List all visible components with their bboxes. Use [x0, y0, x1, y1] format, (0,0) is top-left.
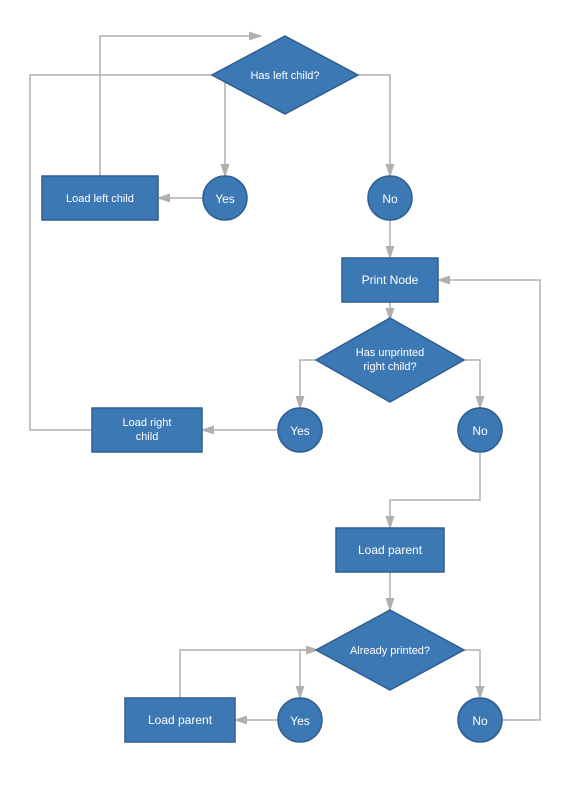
decision-has-left-child: Has left child? — [212, 36, 358, 114]
process-load-left-child: Load left child — [42, 176, 158, 220]
connector-yes-1-label: Yes — [215, 192, 235, 206]
connector-no-2: No — [458, 408, 502, 452]
connector-yes-2: Yes — [278, 408, 322, 452]
process-print-node: Print Node — [342, 258, 438, 302]
process-load-parent-2-label: Load parent — [148, 713, 213, 727]
connector-yes-1: Yes — [203, 176, 247, 220]
connector-yes-3: Yes — [278, 698, 322, 742]
connector-no-1-label: No — [382, 192, 398, 206]
process-print-node-label: Print Node — [362, 273, 419, 287]
decision-has-unprinted-right-child-label-1: Has unprinted — [356, 347, 425, 359]
connector-no-3: No — [458, 698, 502, 742]
process-load-right-child-label-1: Load right — [123, 417, 172, 429]
decision-has-left-child-label: Has left child? — [250, 70, 319, 82]
decision-has-unprinted-right-child: Has unprinted right child? — [316, 318, 464, 402]
connector-no-2-label: No — [472, 424, 488, 438]
process-load-parent-2: Load parent — [125, 698, 235, 742]
process-load-parent-1: Load parent — [336, 528, 444, 572]
decision-has-unprinted-right-child-label-2: right child? — [363, 361, 416, 373]
process-load-parent-1-label: Load parent — [358, 543, 423, 557]
connector-yes-2-label: Yes — [290, 424, 310, 438]
connector-no-3-label: No — [472, 714, 488, 728]
decision-already-printed-label: Already printed? — [350, 645, 430, 657]
connector-yes-3-label: Yes — [290, 714, 310, 728]
process-load-left-child-label: Load left child — [66, 193, 134, 205]
decision-already-printed: Already printed? — [316, 610, 464, 690]
connector-no-1: No — [368, 176, 412, 220]
process-load-right-child: Load right child — [92, 408, 202, 452]
process-load-right-child-label-2: child — [136, 431, 159, 443]
